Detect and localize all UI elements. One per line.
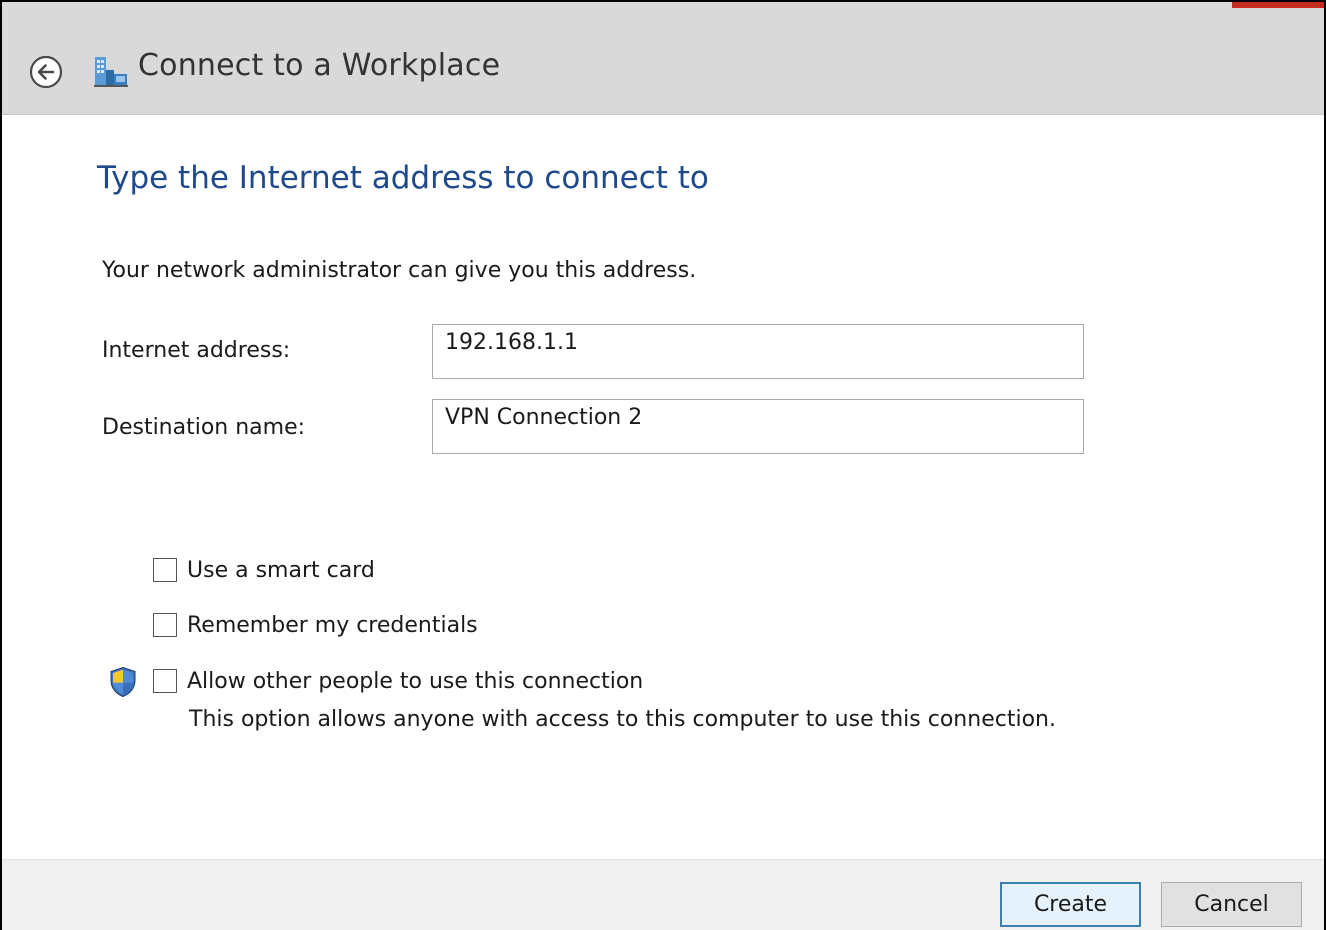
- title-bar: Connect to a Workplace: [2, 2, 1324, 115]
- destination-name-input[interactable]: [432, 399, 1084, 454]
- window-accent-strip: [1232, 2, 1324, 8]
- internet-address-input[interactable]: [432, 324, 1084, 379]
- intro-text: Your network administrator can give you …: [102, 258, 697, 283]
- workplace-network-icon: [94, 57, 128, 87]
- allow-others-label: Allow other people to use this connectio…: [187, 668, 644, 694]
- allow-others-checkbox[interactable]: [153, 669, 177, 693]
- back-button[interactable]: [26, 52, 66, 92]
- destination-name-label: Destination name:: [102, 415, 306, 440]
- smart-card-checkbox[interactable]: [153, 558, 177, 582]
- back-arrow-icon: [29, 55, 63, 89]
- page-heading: Type the Internet address to connect to: [97, 160, 709, 196]
- create-button[interactable]: Create: [1000, 882, 1141, 927]
- cancel-button[interactable]: Cancel: [1161, 882, 1302, 927]
- internet-address-label: Internet address:: [102, 338, 291, 363]
- window-title: Connect to a Workplace: [138, 48, 501, 83]
- remember-credentials-option[interactable]: Remember my credentials: [153, 610, 478, 640]
- uac-shield-icon: [110, 666, 136, 698]
- smart-card-label: Use a smart card: [187, 557, 375, 583]
- dialog-window: Connect to a Workplace Type the Internet…: [0, 0, 1326, 930]
- smart-card-option[interactable]: Use a smart card: [153, 555, 375, 585]
- remember-credentials-label: Remember my credentials: [187, 612, 478, 638]
- allow-others-option[interactable]: Allow other people to use this connectio…: [153, 666, 643, 696]
- dialog-footer: Create Cancel: [2, 859, 1324, 930]
- remember-credentials-checkbox[interactable]: [153, 613, 177, 637]
- allow-others-description: This option allows anyone with access to…: [189, 707, 1056, 732]
